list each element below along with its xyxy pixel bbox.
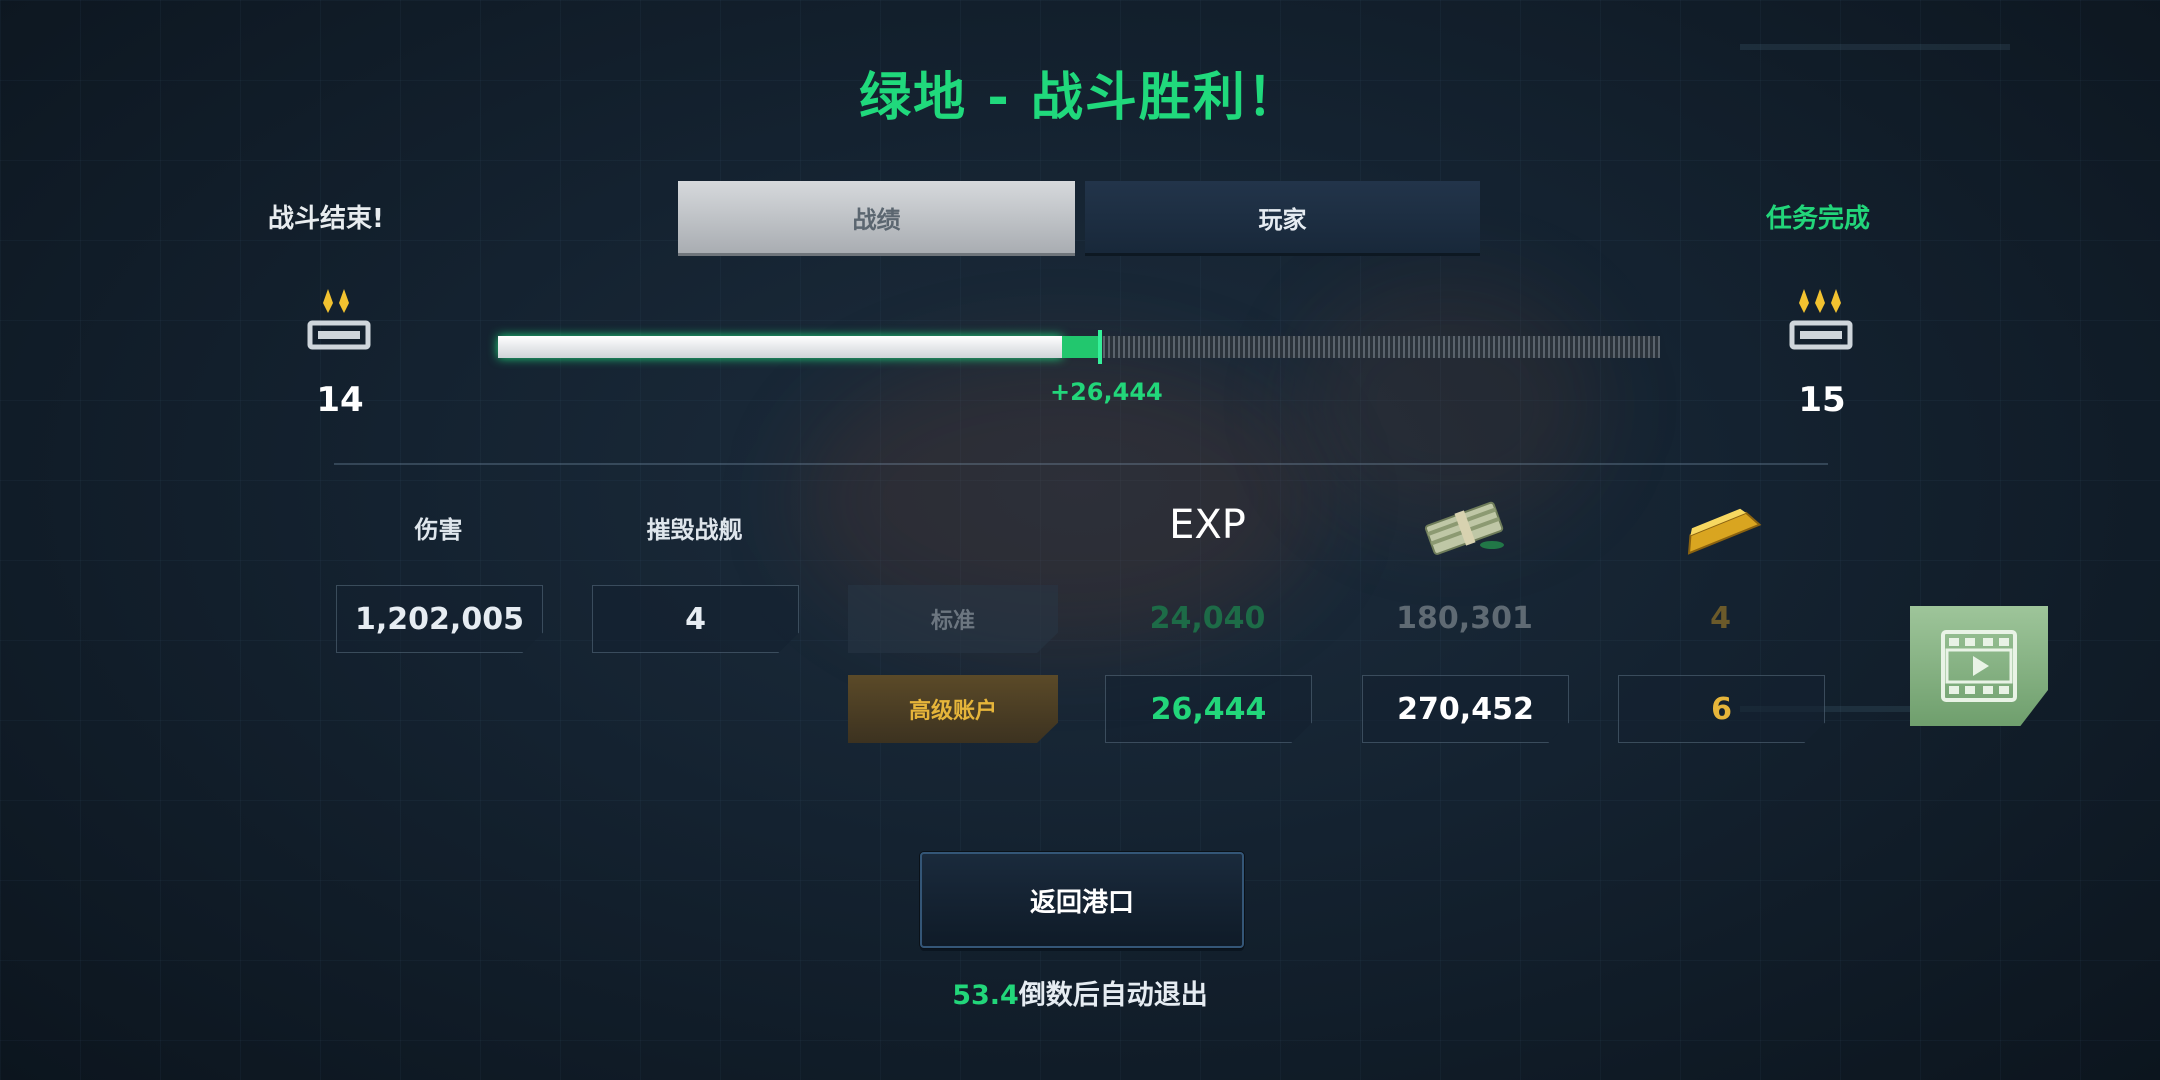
exp-progress-previous [498,336,1062,358]
exp-progress-marker [1097,330,1102,364]
mission-complete-label: 任务完成 [1766,204,1871,234]
battle-ended-label: 战斗结束! [268,204,384,234]
damage-value: 1,202,005 [355,601,524,637]
standard-exp-value: 24,040 [1149,600,1266,636]
current-rank-icon [300,285,380,369]
exp-header: EXP [1169,502,1246,548]
countdown-suffix: 倒数后自动退出 [1018,980,1208,1011]
return-to-port-button[interactable]: 返回港口 [920,852,1244,948]
damage-header: 伤害 [414,516,463,544]
premium-exp-box: 26,444 [1105,675,1312,743]
auto-exit-countdown: 53.4倒数后自动退出 [0,973,2160,1012]
exp-progress-bar [498,330,1660,364]
kills-header: 摧毁战舰 [646,516,743,544]
tab-battle-record[interactable]: 战绩 [678,181,1075,253]
exp-progress-gain [1061,336,1100,358]
background-glow [1300,280,1600,530]
gold-bar-icon [1680,495,1765,561]
countdown-seconds: 53.4 [952,980,1019,1011]
standard-gold-value: 4 [1710,600,1731,636]
film-play-icon [1941,630,2017,702]
premium-exp-value: 26,444 [1150,691,1267,727]
background-line [1740,44,2010,50]
premium-tier-label: 高级账户 [848,675,1058,743]
premium-gold-value: 6 [1711,691,1732,727]
next-rank-icon [1782,285,1862,369]
battle-result-title: 绿地 - 战斗胜利！ [859,68,1301,128]
premium-gold-box: 6 [1618,675,1825,743]
premium-credits-value: 270,452 [1397,691,1534,727]
tab-players[interactable]: 玩家 [1085,181,1480,253]
divider [334,463,1828,465]
kills-value-box: 4 [592,585,799,653]
damage-value-box: 1,202,005 [336,585,543,653]
standard-credits-value: 180,301 [1396,600,1533,636]
current-rank-number: 14 [316,380,364,420]
exp-gain-text: +26,444 [1050,378,1163,406]
watch-video-button[interactable] [1910,606,2048,726]
kills-value: 4 [685,601,706,637]
premium-credits-box: 270,452 [1362,675,1569,743]
credits-cash-icon [1420,495,1510,561]
next-rank-number: 15 [1798,380,1846,420]
standard-tier-label: 标准 [848,585,1058,653]
